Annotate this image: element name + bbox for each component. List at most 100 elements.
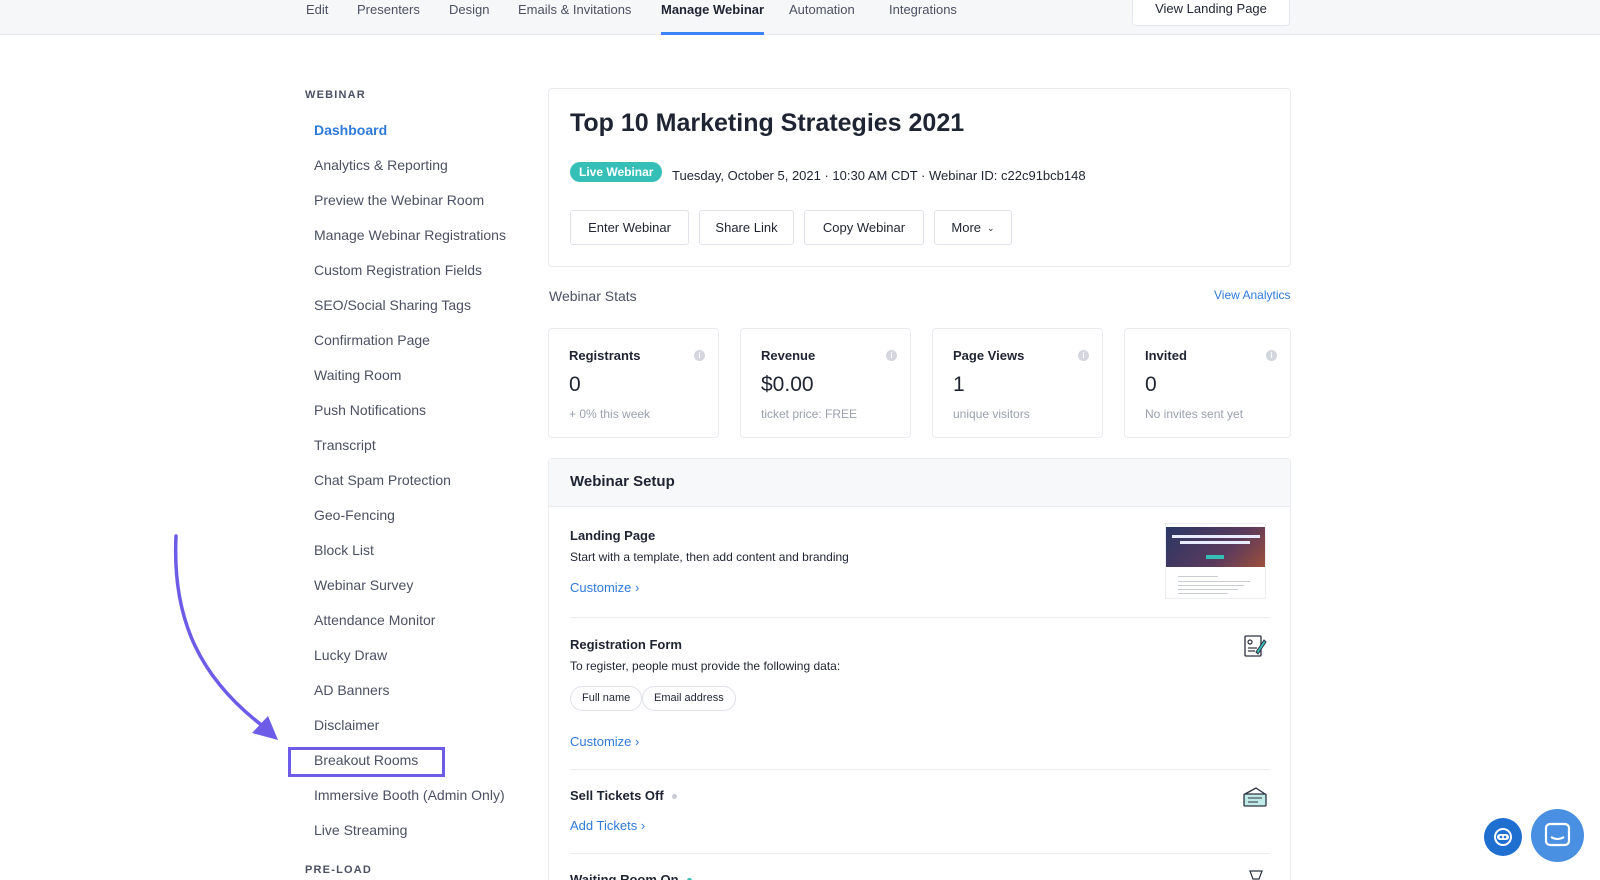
tab-design[interactable]: Design bbox=[449, 2, 489, 35]
annotation-arrow-icon bbox=[173, 534, 278, 740]
stat-card-page-views: Page Views i 1 unique visitors bbox=[932, 328, 1103, 438]
waiting-room-title: Waiting Room On bbox=[570, 872, 692, 880]
stat-value: 0 bbox=[1145, 373, 1157, 396]
status-badge: Live Webinar bbox=[570, 162, 663, 182]
thumbnail-line bbox=[1178, 589, 1238, 590]
sidebar-item-seo-tags[interactable]: SEO/Social Sharing Tags bbox=[314, 297, 471, 313]
stat-card-revenue: Revenue i $0.00 ticket price: FREE bbox=[740, 328, 911, 438]
field-pill-email: Email address bbox=[642, 686, 736, 711]
sell-tickets-title: Sell Tickets Off bbox=[570, 788, 677, 803]
breakout-rooms-highlight-box bbox=[288, 747, 445, 777]
chevron-right-icon: › bbox=[635, 580, 640, 595]
sidebar-item-disclaimer[interactable]: Disclaimer bbox=[314, 717, 379, 733]
sidebar-item-transcript[interactable]: Transcript bbox=[314, 437, 376, 453]
thumbnail-line bbox=[1178, 585, 1244, 586]
tickets-icon bbox=[1243, 787, 1267, 807]
enter-webinar-button[interactable]: Enter Webinar bbox=[570, 210, 689, 245]
sidebar-item-push-notifications[interactable]: Push Notifications bbox=[314, 402, 426, 418]
landing-page-thumbnail[interactable] bbox=[1165, 523, 1266, 599]
customize-label: Customize bbox=[570, 734, 632, 749]
sidebar-item-immersive-booth[interactable]: Immersive Booth (Admin Only) bbox=[314, 787, 505, 803]
waiting-room-label: Waiting Room On bbox=[570, 872, 679, 880]
page-title: Top 10 Marketing Strategies 2021 bbox=[570, 109, 965, 137]
sidebar-item-webinar-survey[interactable]: Webinar Survey bbox=[314, 577, 413, 593]
sidebar-item-geo-fencing[interactable]: Geo-Fencing bbox=[314, 507, 395, 523]
sidebar-heading-webinar: WEBINAR bbox=[305, 89, 366, 101]
chat-launcher-button[interactable] bbox=[1531, 809, 1584, 862]
registration-form-icon bbox=[1244, 635, 1267, 657]
thumbnail-headline bbox=[1172, 535, 1260, 538]
stat-subtext: ticket price: FREE bbox=[761, 407, 858, 421]
thumbnail-headline bbox=[1180, 541, 1250, 544]
tab-edit[interactable]: Edit bbox=[306, 2, 328, 35]
info-icon[interactable]: i bbox=[694, 350, 705, 361]
view-analytics-link[interactable]: View Analytics bbox=[1214, 288, 1290, 302]
sell-tickets-label: Sell Tickets Off bbox=[570, 788, 664, 803]
thumbnail-line bbox=[1178, 576, 1218, 577]
sidebar-item-waiting-room[interactable]: Waiting Room bbox=[314, 367, 401, 383]
thumbnail-hero bbox=[1166, 527, 1265, 567]
stat-subtext: unique visitors bbox=[953, 407, 1030, 421]
tab-manage-webinar[interactable]: Manage Webinar bbox=[661, 2, 765, 35]
landing-page-desc: Start with a template, then add content … bbox=[570, 550, 849, 564]
registration-form-desc: To register, people must provide the fol… bbox=[570, 659, 841, 673]
thumbnail-line bbox=[1178, 581, 1250, 582]
webinar-stats-label: Webinar Stats bbox=[549, 288, 637, 304]
tab-emails-invitations[interactable]: Emails & Invitations bbox=[518, 2, 631, 35]
sidebar-item-lucky-draw[interactable]: Lucky Draw bbox=[314, 647, 387, 663]
sidebar-item-dashboard[interactable]: Dashboard bbox=[314, 122, 387, 138]
sidebar-item-confirmation-page[interactable]: Confirmation Page bbox=[314, 332, 430, 348]
bot-icon bbox=[1494, 828, 1512, 846]
stat-card-invited: Invited i 0 No invites sent yet bbox=[1124, 328, 1291, 438]
divider bbox=[570, 769, 1270, 770]
stat-subtext: No invites sent yet bbox=[1145, 407, 1244, 421]
landing-customize-link[interactable]: Customize › bbox=[570, 580, 639, 595]
webinar-meta: Tuesday, October 5, 2021 · 10:30 AM CDT … bbox=[672, 168, 1086, 183]
sidebar-item-attendance-monitor[interactable]: Attendance Monitor bbox=[314, 612, 435, 628]
info-icon[interactable]: i bbox=[1078, 350, 1089, 361]
setup-heading: Webinar Setup bbox=[570, 473, 675, 490]
registration-customize-link[interactable]: Customize › bbox=[570, 734, 639, 749]
tab-integrations[interactable]: Integrations bbox=[889, 2, 957, 35]
sidebar-item-custom-fields[interactable]: Custom Registration Fields bbox=[314, 262, 482, 278]
stat-label: Revenue bbox=[761, 348, 816, 363]
landing-page-title: Landing Page bbox=[570, 528, 656, 543]
field-pill-full-name: Full name bbox=[570, 686, 643, 711]
sidebar-item-chat-spam[interactable]: Chat Spam Protection bbox=[314, 472, 451, 488]
sidebar-item-ad-banners[interactable]: AD Banners bbox=[314, 682, 389, 698]
copy-webinar-button[interactable]: Copy Webinar bbox=[804, 210, 924, 245]
chat-icon bbox=[1544, 822, 1571, 847]
stat-label: Invited bbox=[1145, 348, 1187, 363]
divider bbox=[570, 853, 1270, 854]
share-link-button[interactable]: Share Link bbox=[699, 210, 794, 245]
tab-presenters[interactable]: Presenters bbox=[357, 2, 420, 35]
more-label: More bbox=[951, 220, 982, 235]
setup-header: Webinar Setup bbox=[549, 459, 1290, 507]
status-dot-off bbox=[671, 794, 677, 800]
sidebar-item-registrations[interactable]: Manage Webinar Registrations bbox=[314, 227, 506, 243]
stat-label: Registrants bbox=[569, 348, 641, 363]
sidebar-item-block-list[interactable]: Block List bbox=[314, 542, 374, 558]
more-dropdown-button[interactable]: More ⌄ bbox=[934, 210, 1012, 245]
sidebar-item-live-streaming[interactable]: Live Streaming bbox=[314, 822, 407, 838]
sidebar-item-preview-room[interactable]: Preview the Webinar Room bbox=[314, 192, 484, 208]
waiting-room-icon bbox=[1249, 870, 1263, 880]
thumbnail-line bbox=[1178, 593, 1228, 594]
info-icon[interactable]: i bbox=[886, 350, 897, 361]
info-icon[interactable]: i bbox=[1266, 350, 1277, 361]
chevron-right-icon: › bbox=[640, 818, 646, 833]
support-bot-button[interactable] bbox=[1484, 818, 1522, 856]
add-tickets-label: Add Tickets bbox=[570, 818, 638, 833]
registration-form-title: Registration Form bbox=[570, 637, 682, 652]
divider bbox=[570, 617, 1270, 618]
add-tickets-link[interactable]: Add Tickets › bbox=[570, 818, 645, 833]
view-landing-page-button[interactable]: View Landing Page bbox=[1132, 0, 1290, 26]
sidebar-item-analytics[interactable]: Analytics & Reporting bbox=[314, 157, 448, 173]
thumbnail-button bbox=[1206, 555, 1224, 559]
stat-label: Page Views bbox=[953, 348, 1025, 363]
stat-subtext: + 0% this week bbox=[569, 407, 651, 421]
tab-automation[interactable]: Automation bbox=[789, 2, 855, 35]
customize-label: Customize bbox=[570, 580, 632, 595]
stat-card-registrants: Registrants i 0 + 0% this week bbox=[548, 328, 719, 438]
stat-value: 0 bbox=[569, 373, 581, 396]
